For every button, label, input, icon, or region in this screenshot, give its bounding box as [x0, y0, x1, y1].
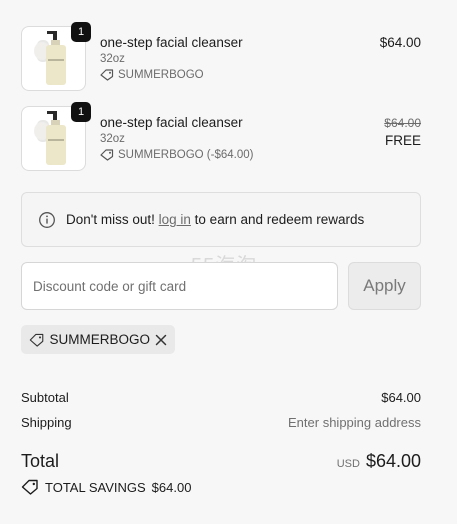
subtotal-label: Subtotal [21, 390, 69, 405]
notice-prefix: Don't miss out! [66, 212, 155, 227]
product-name: one-step facial cleanser [100, 115, 243, 130]
applied-discount-code: SUMMERBOGO [49, 332, 150, 347]
total-currency: USD [336, 458, 360, 470]
shipping-value: Enter shipping address [288, 415, 421, 430]
quantity-badge: 1 [71, 102, 91, 122]
notice-suffix: to earn and redeem rewards [194, 212, 365, 227]
product-name: one-step facial cleanser [100, 35, 243, 50]
savings-value: $64.00 [151, 479, 192, 495]
close-icon [155, 334, 167, 345]
savings-label: TOTAL SAVINGS [45, 479, 146, 495]
total-amount: USD $64.00 [337, 451, 421, 472]
product-discount-code: SUMMERBOGO [118, 69, 204, 81]
subtotal-value: $64.00 [381, 390, 421, 405]
info-icon [39, 211, 55, 228]
rewards-notice: Don't miss out! log in to earn and redee… [21, 192, 421, 247]
discount-code-input[interactable] [21, 262, 338, 310]
product-price: FREE [384, 133, 421, 148]
product-discount: SUMMERBOGO [100, 69, 204, 81]
tag-icon [21, 479, 38, 495]
product-discount-code: SUMMERBOGO (-$64.00) [118, 149, 254, 161]
total-label: Total [21, 451, 60, 471]
quantity-badge: 1 [71, 22, 91, 42]
shipping-label: Shipping [21, 415, 72, 430]
tag-icon [100, 69, 114, 81]
remove-discount-button[interactable] [155, 334, 167, 346]
applied-discount-chip: SUMMERBOGO [21, 325, 175, 354]
total-value: $64.00 [365, 451, 421, 471]
product-discount: SUMMERBOGO (-$64.00) [100, 149, 253, 161]
product-size: 32oz [100, 133, 125, 145]
product-original-price: $64.00 [384, 116, 421, 130]
apply-button[interactable]: Apply [348, 262, 421, 310]
tag-icon [29, 333, 44, 347]
total-savings: TOTAL SAVINGS $64.00 [21, 479, 191, 495]
product-price: $64.00 [379, 35, 421, 50]
login-link[interactable]: log in [159, 212, 191, 227]
tag-icon [100, 149, 114, 161]
product-size: 32oz [100, 53, 125, 65]
